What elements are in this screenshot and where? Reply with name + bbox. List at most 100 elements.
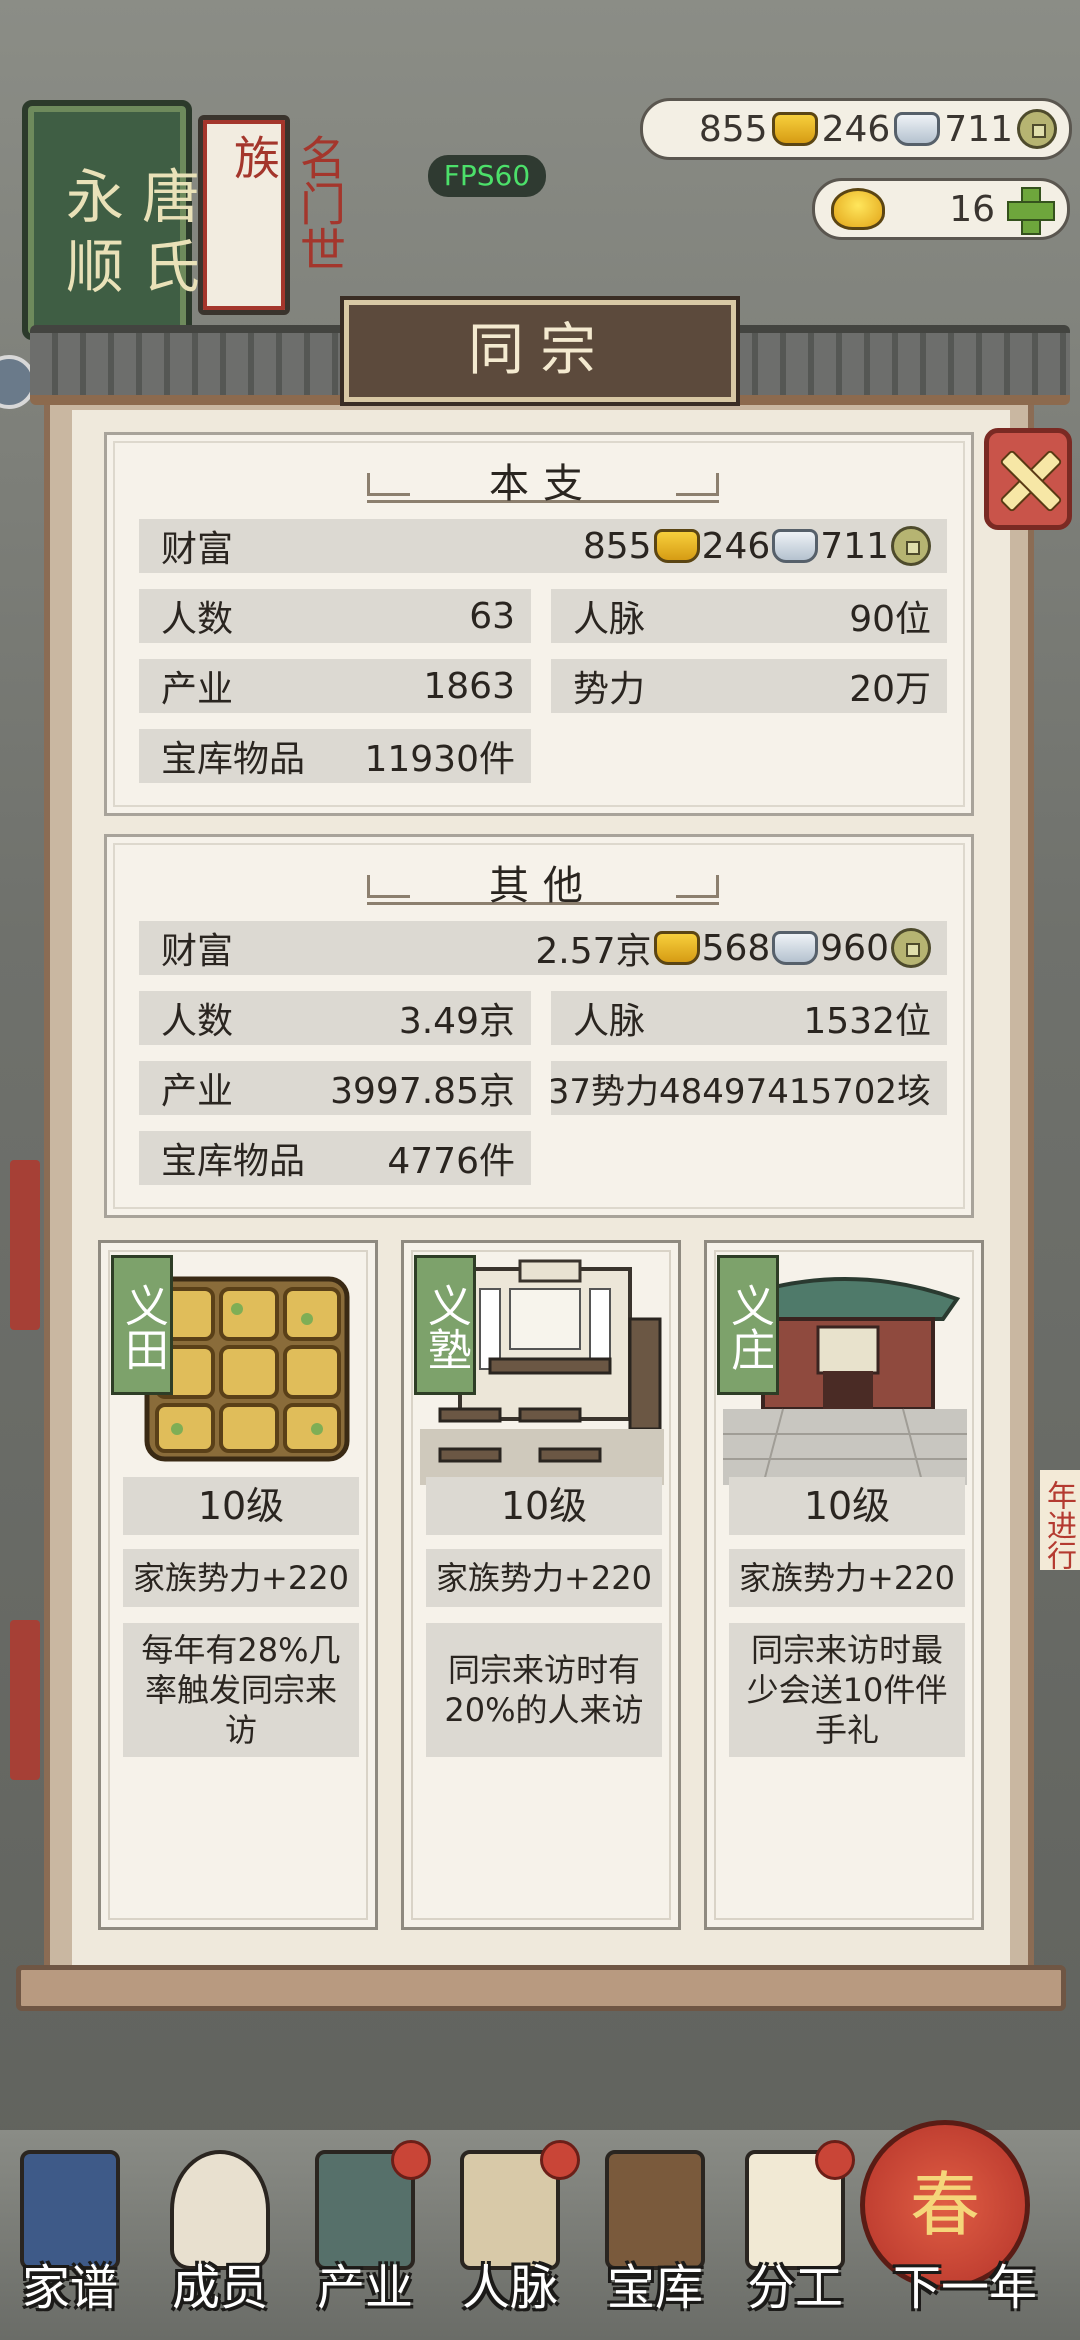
dialog-title: 同宗: [340, 296, 740, 406]
right-side-tab[interactable]: 年进行: [1040, 1470, 1080, 1570]
people-row: 人数 63: [139, 589, 531, 643]
plaque-char: 氏: [132, 236, 200, 294]
add-yuanbao-icon[interactable]: [1007, 187, 1055, 235]
wealth-silver: 246: [701, 525, 771, 567]
others-heading: 其他: [367, 853, 719, 909]
building-description: 每年有28%几率触发同宗来访: [123, 1623, 359, 1757]
silver-ingot-icon: [772, 529, 819, 563]
wealth-gold: 855: [582, 525, 652, 567]
connections-value: 1532位: [803, 1001, 931, 1042]
wealth-row: 财富 855 246 711: [139, 519, 947, 573]
building-card-yitian[interactable]: 义田 10级 家族势力+220 每年有28%几率触发同宗来访: [98, 1240, 378, 1930]
yongshun-plaque: 唐 氏 永 顺: [22, 100, 200, 340]
gold-ingot-icon: [653, 529, 700, 563]
building-level: 10级: [729, 1477, 965, 1535]
power-row: 138237势力48497415702垓: [551, 1061, 947, 1115]
main-branch-heading: 本支: [367, 451, 719, 507]
connections-label: 人脉: [573, 599, 646, 640]
vault-row: 宝库物品 4776件: [139, 1131, 531, 1185]
building-level: 10级: [426, 1477, 662, 1535]
notification-dot: [391, 2140, 431, 2180]
building-card-yishu[interactable]: 义塾 10级 家族势力+220 同宗来访时有20%的人来访: [401, 1240, 681, 1930]
yuanbao-amount: 16: [949, 188, 995, 230]
nav-family-tree[interactable]: 家谱: [0, 2140, 140, 2340]
building-power: 家族势力+220: [729, 1549, 965, 1607]
plaque-char: 唐: [132, 166, 200, 224]
power-row: 势力 20万: [551, 659, 947, 713]
gold-amount: 855: [698, 108, 768, 150]
nav-industry[interactable]: 产业: [295, 2140, 435, 2340]
mingmen-text: 名门世族: [227, 134, 347, 272]
building-power: 家族势力+220: [123, 1549, 359, 1607]
people-row: 人数 3.49京: [139, 991, 531, 1045]
building-level: 10级: [123, 1477, 359, 1535]
wealth-row: 财富 2.57京 568 960: [139, 921, 947, 975]
copper-coin-icon: [891, 928, 931, 968]
building-tag: 义庄: [717, 1255, 779, 1395]
nav-connections[interactable]: 人脉: [440, 2140, 580, 2340]
connections-row: 人脉 90位: [551, 589, 947, 643]
nav-label: 分工: [746, 2260, 843, 2316]
mingmen-plaque: 名门世族: [198, 115, 347, 315]
left-side-tab[interactable]: [10, 1160, 40, 1330]
nav-label: 人脉: [461, 2260, 558, 2316]
people-label: 人数: [161, 599, 234, 640]
building-power: 家族势力+220: [426, 1549, 662, 1607]
nav-label: 下一年: [892, 2260, 1037, 2316]
yuanbao-icon: [831, 188, 885, 230]
vault-label: 宝库物品: [161, 739, 306, 780]
wealth-gold: 2.57京: [535, 931, 652, 972]
connections-label: 人脉: [573, 1001, 646, 1042]
industry-value: 3997.85京: [330, 1071, 515, 1112]
vault-value: 11930件: [364, 739, 515, 780]
silver-amount: 246: [821, 108, 891, 150]
industry-value: 1863: [423, 665, 515, 707]
connections-row: 人脉 1532位: [551, 991, 947, 1045]
industry-label: 产业: [161, 1071, 234, 1112]
power-label: 势力: [573, 669, 646, 710]
silver-ingot-icon: [772, 931, 819, 965]
nav-label: 产业: [316, 2260, 413, 2316]
wealth-copper: 960: [820, 927, 889, 969]
people-label: 人数: [161, 1001, 234, 1042]
industry-row: 产业 1863: [139, 659, 531, 713]
nav-next-year[interactable]: 下一年: [860, 2140, 1070, 2340]
wealth-label: 财富: [161, 529, 234, 570]
vault-value: 4776件: [387, 1141, 515, 1182]
fps-counter: FPS60: [428, 155, 546, 197]
industry-row: 产业 3997.85京: [139, 1061, 531, 1115]
nav-label: 宝库: [606, 2260, 703, 2316]
connections-value: 90位: [849, 599, 931, 640]
wealth-label: 财富: [161, 931, 234, 972]
industry-label: 产业: [161, 669, 234, 710]
left-side-tab-2[interactable]: [10, 1620, 40, 1780]
close-icon: [998, 449, 1058, 509]
silver-ingot-icon: [894, 112, 941, 146]
wealth-silver: 568: [701, 927, 771, 969]
notification-dot: [815, 2140, 855, 2180]
vault-label: 宝库物品: [161, 1141, 306, 1182]
nav-label: 成员: [171, 2260, 268, 2316]
gold-ingot-icon: [653, 931, 700, 965]
close-button[interactable]: [984, 428, 1072, 530]
currency-bar: 855 246 711: [640, 98, 1072, 160]
power-overlap-text: 138237势力48497415702垓: [551, 1071, 931, 1112]
notification-dot: [540, 2140, 580, 2180]
yuanbao-bar: 16: [812, 178, 1070, 240]
wealth-copper: 711: [820, 525, 889, 567]
vault-row: 宝库物品 11930件: [139, 729, 531, 783]
main-branch-box: 本支 财富 855 246 711 人数 63 人脉 90位 产业 1863 势…: [104, 432, 974, 816]
dialog-base: [16, 1965, 1066, 2011]
nav-vault[interactable]: 宝库: [585, 2140, 725, 2340]
building-description: 同宗来访时最少会送10件伴手礼: [729, 1623, 965, 1757]
nav-members[interactable]: 成员: [150, 2140, 290, 2340]
building-card-yizhuang[interactable]: 义庄 10级 家族势力+220 同宗来访时最少会送10件伴手礼: [704, 1240, 984, 1930]
building-tag: 义田: [111, 1255, 173, 1395]
nav-division[interactable]: 分工: [725, 2140, 865, 2340]
power-value: 20万: [849, 669, 931, 710]
plaque-char: 永: [56, 166, 124, 224]
copper-coin-icon: [891, 526, 931, 566]
copper-coin-icon: [1017, 109, 1057, 149]
gold-ingot-icon: [771, 112, 818, 146]
nav-label: 家谱: [21, 2260, 118, 2316]
